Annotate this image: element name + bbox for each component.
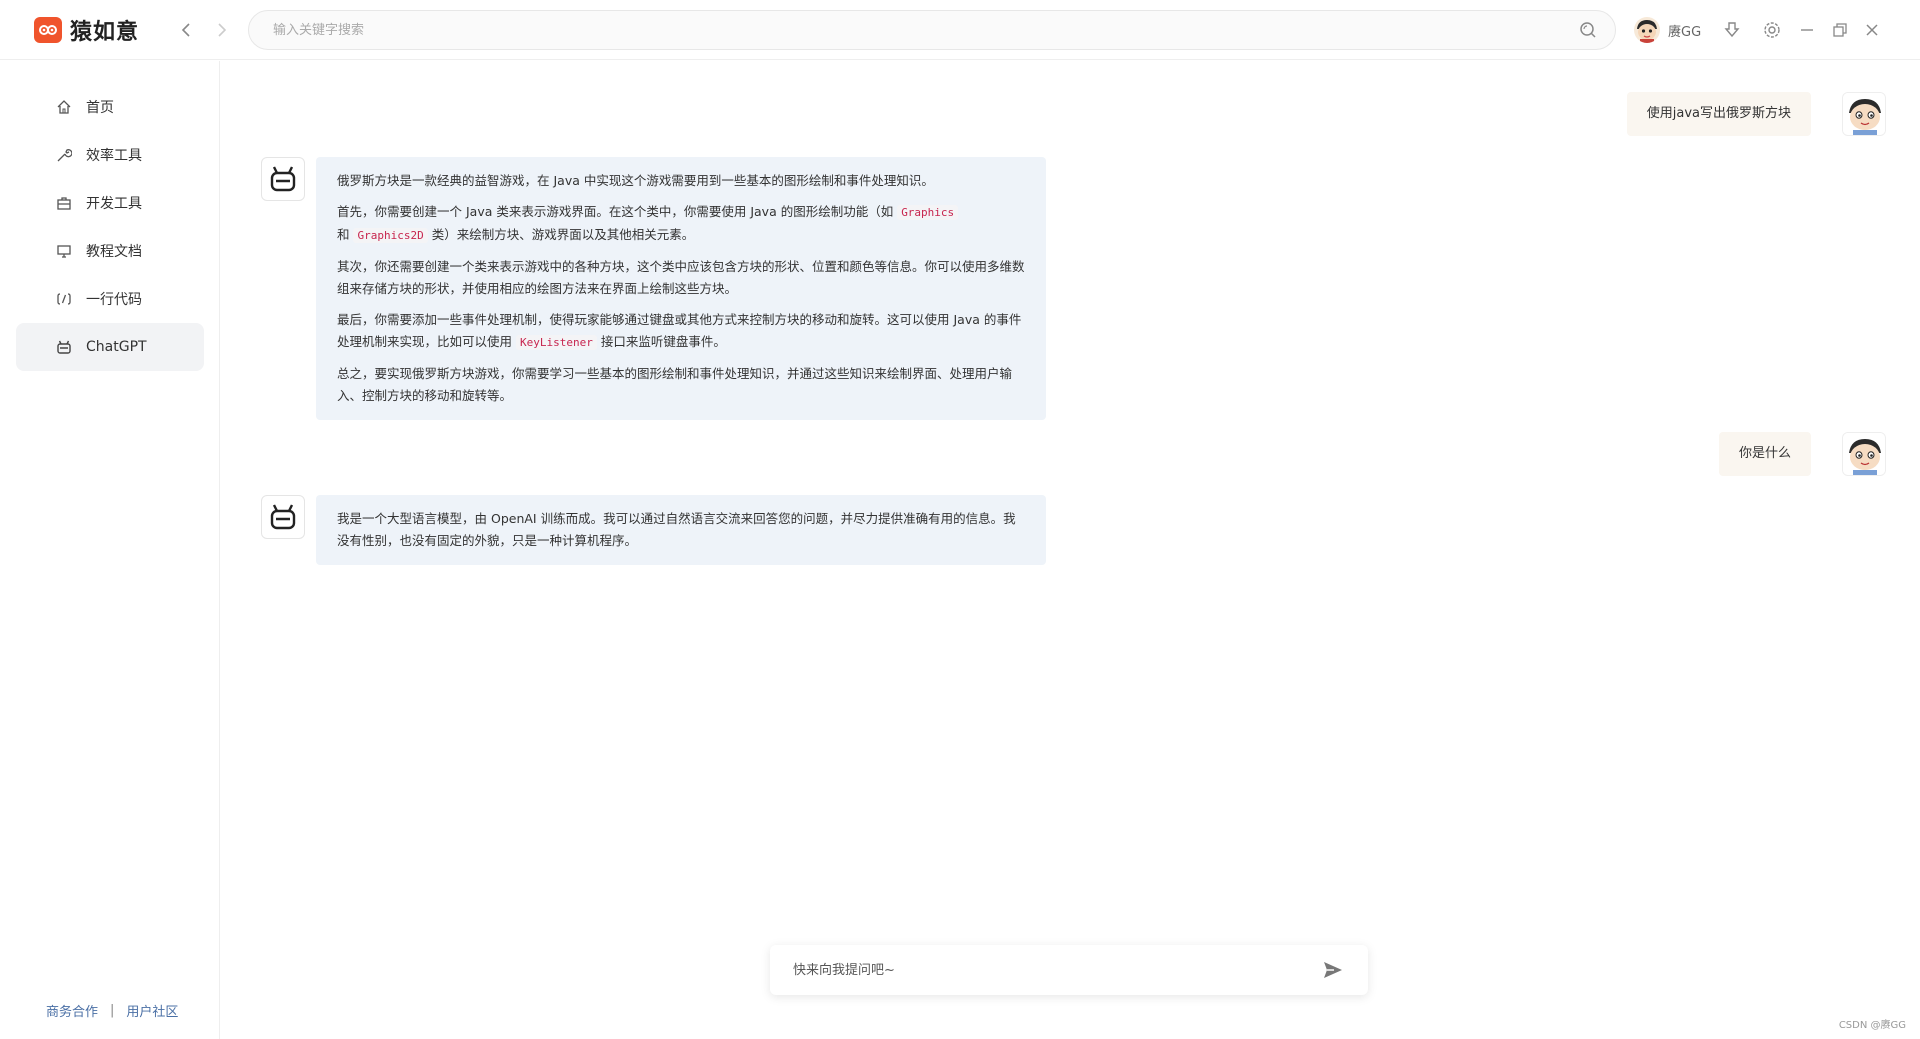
community-link[interactable]: 用户社区: [126, 1001, 178, 1020]
bot-message: 俄罗斯方块是一款经典的益智游戏，在 Java 中实现这个游戏需要用到一些基本的图…: [316, 157, 1046, 420]
chat-panel: 使用java写出俄罗斯方块 俄罗斯方块是一款经典的益智游戏，在 Java 中实现…: [221, 61, 1920, 1039]
sidebar-item-dev-tools[interactable]: 开发工具: [16, 179, 204, 227]
answer-paragraph: 其次，你还需要创建一个类来表示游戏中的各种方块，这个类中应该包含方块的形状、位置…: [337, 259, 1025, 296]
answer-paragraph: 最后，你需要添加一些事件处理机制，使得玩家能够通过键盘或其他方式来控制方块的移动…: [337, 309, 1025, 354]
minimize-icon[interactable]: [1795, 18, 1819, 42]
send-icon: [1324, 962, 1342, 978]
text-segment: 接口来监听键盘事件。: [596, 334, 726, 349]
bot-avatar: [261, 495, 305, 539]
business-link[interactable]: 商务合作: [46, 1001, 98, 1020]
monitor-icon: [56, 243, 72, 259]
settings-icon[interactable]: [1760, 18, 1784, 42]
user-message: 使用java写出俄罗斯方块: [1626, 92, 1811, 136]
text-segment: 和: [337, 227, 354, 242]
sidebar-item-label: 首页: [86, 100, 114, 116]
sidebar-item-efficiency-tools[interactable]: 效率工具: [16, 131, 204, 179]
answer-paragraph: 首先，你需要创建一个 Java 类来表示游戏界面。在这个类中，你需要使用 Jav…: [337, 201, 1025, 247]
sidebar-footer: 商务合作 | 用户社区: [46, 1001, 178, 1020]
avatar: [1634, 17, 1660, 43]
footer-separator: |: [110, 1003, 115, 1018]
sidebar-item-one-line-code[interactable]: 一行代码: [16, 275, 204, 323]
user-profile[interactable]: 赓GG: [1634, 17, 1701, 43]
restore-icon[interactable]: [1828, 18, 1852, 42]
answer-paragraph: 我是一个大型语言模型，由 OpenAI 训练而成。我可以通过自然语言交流来回答您…: [337, 511, 1016, 548]
search-icon[interactable]: [1579, 21, 1597, 39]
logo-icon: [34, 17, 62, 43]
sidebar-item-label: ChatGPT: [86, 339, 147, 355]
download-icon[interactable]: [1720, 18, 1744, 42]
sidebar-item-home[interactable]: 首页: [16, 83, 204, 131]
sidebar-item-label: 开发工具: [86, 196, 142, 212]
user-avatar: [1842, 92, 1886, 136]
back-arrow-icon[interactable]: [174, 18, 198, 42]
wrench-icon: [56, 147, 72, 163]
robot-icon: [270, 504, 296, 530]
watermark: CSDN @赓GG: [1838, 1020, 1906, 1031]
code-icon: [56, 291, 72, 307]
sidebar: 首页 效率工具 开发工具 教程文档 一行代码 ChatGPT 商务合作 | 用户…: [0, 61, 220, 1039]
user-avatar: [1842, 432, 1886, 476]
inline-code: Graphics: [897, 205, 959, 220]
top-bar: 猿如意 赓GG: [0, 0, 1920, 60]
robot-icon: [270, 166, 296, 192]
sidebar-item-label: 一行代码: [86, 292, 142, 308]
app-title: 猿如意: [70, 20, 140, 45]
send-button[interactable]: [1322, 959, 1344, 981]
search-input[interactable]: [273, 11, 1533, 49]
forward-arrow-icon[interactable]: [210, 18, 234, 42]
chat-input[interactable]: [793, 945, 1293, 995]
close-icon[interactable]: [1860, 18, 1884, 42]
toolbox-icon: [56, 195, 72, 211]
robot-icon: [56, 339, 72, 355]
inline-code: KeyListener: [515, 335, 597, 350]
bot-avatar: [261, 157, 305, 201]
sidebar-item-label: 效率工具: [86, 148, 142, 164]
chat-composer: [770, 945, 1368, 995]
inline-code: Graphics2D: [353, 228, 428, 243]
answer-paragraph: 总之，要实现俄罗斯方块游戏，你需要学习一些基本的图形绘制和事件处理知识，并通过这…: [337, 366, 1013, 403]
home-icon: [56, 99, 72, 115]
sidebar-item-docs[interactable]: 教程文档: [16, 227, 204, 275]
search-bar: [248, 10, 1616, 50]
text-segment: 首先，你需要创建一个 Java 类来表示游戏界面。在这个类中，你需要使用 Jav…: [337, 204, 898, 219]
sidebar-item-chatgpt[interactable]: ChatGPT: [16, 323, 204, 371]
user-name: 赓GG: [1668, 24, 1702, 40]
sidebar-item-label: 教程文档: [86, 244, 142, 260]
text-segment: 类）来绘制方块、游戏界面以及其他相关元素。: [427, 227, 695, 242]
answer-paragraph: 俄罗斯方块是一款经典的益智游戏，在 Java 中实现这个游戏需要用到一些基本的图…: [337, 173, 934, 188]
bot-message: 我是一个大型语言模型，由 OpenAI 训练而成。我可以通过自然语言交流来回答您…: [316, 495, 1046, 565]
app-logo[interactable]: 猿如意: [34, 16, 140, 45]
user-message: 你是什么: [1718, 432, 1811, 476]
